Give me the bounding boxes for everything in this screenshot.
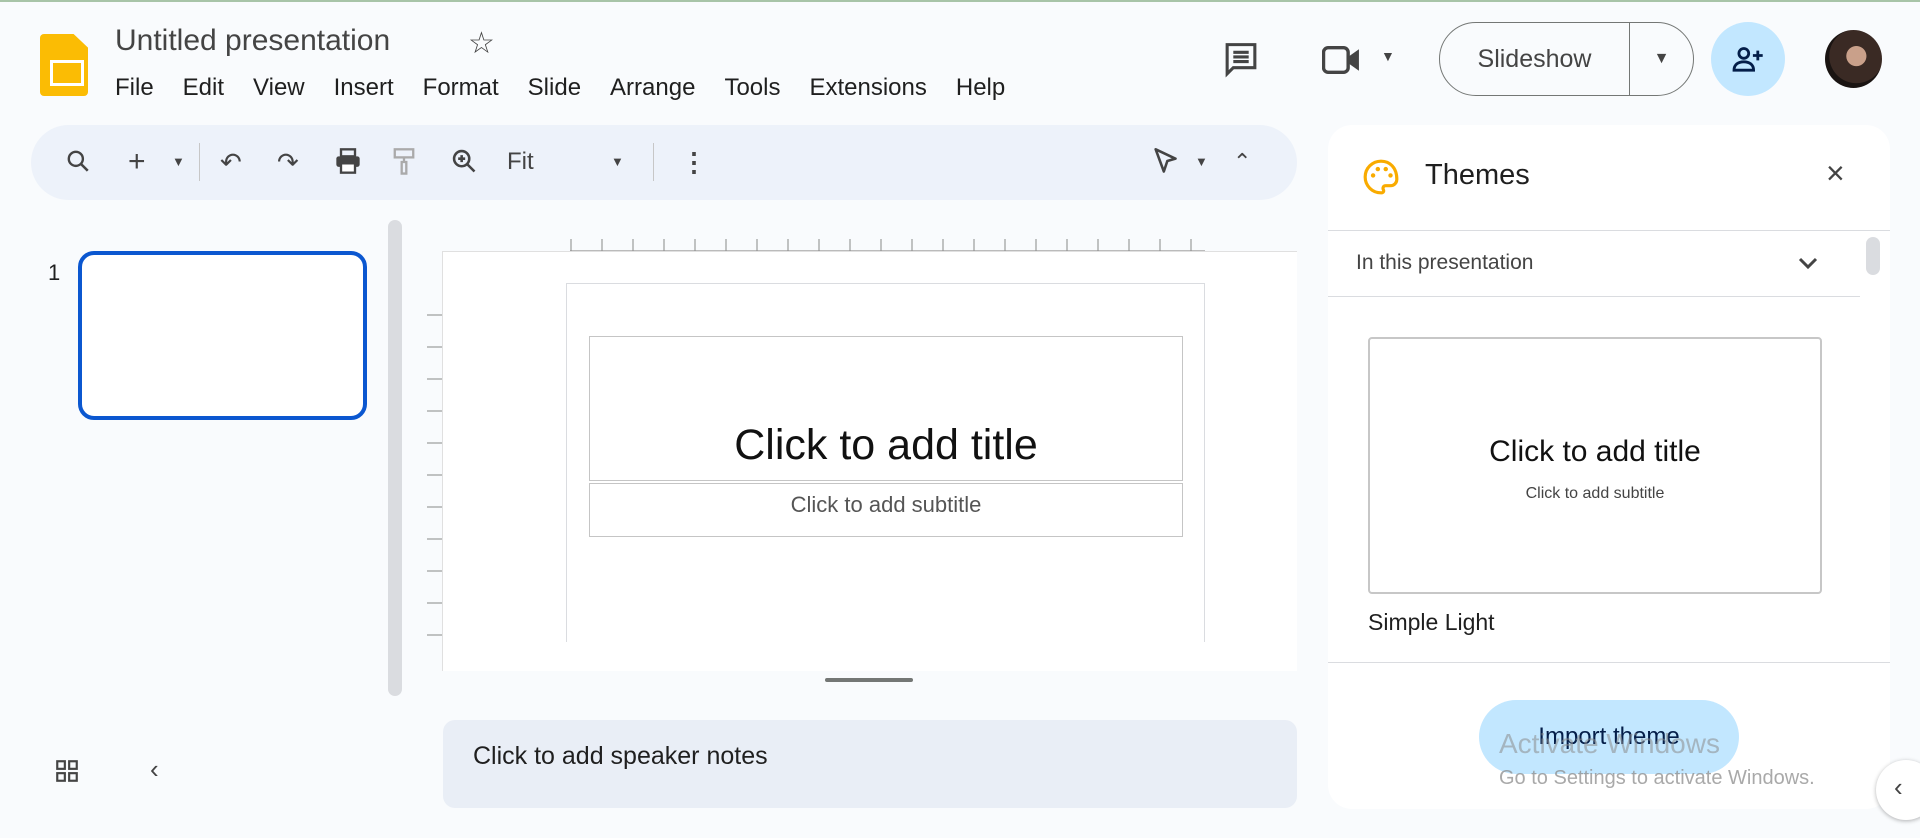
horizontal-ruler [570, 239, 1205, 251]
star-icon[interactable]: ☆ [468, 26, 495, 61]
subtitle-placeholder-text: Click to add subtitle [790, 492, 982, 517]
divider [1328, 296, 1860, 297]
paint-format-icon[interactable] [392, 147, 416, 183]
title-placeholder[interactable]: Click to add title [589, 336, 1183, 481]
menu-format[interactable]: Format [423, 74, 499, 102]
activate-windows-subtext: Go to Settings to activate Windows. [1499, 767, 1815, 789]
share-button[interactable] [1711, 22, 1785, 96]
comments-icon[interactable] [1222, 40, 1260, 85]
palette-icon [1362, 158, 1400, 201]
chevron-down-icon[interactable] [1796, 253, 1820, 278]
preview-subtitle: Click to add subtitle [1525, 485, 1665, 502]
slides-logo-icon[interactable] [40, 34, 88, 96]
filmstrip-scrollbar[interactable] [388, 220, 402, 696]
vertical-ruler [427, 314, 442, 636]
menu-slide[interactable]: Slide [528, 74, 581, 102]
zoom-select[interactable]: Fit [507, 147, 534, 177]
slide[interactable]: Click to add title Click to add subtitle [566, 283, 1205, 642]
menu-bar: File Edit View Insert Format Slide Arran… [115, 74, 1034, 102]
slideshow-dropdown-icon[interactable]: ▼ [1630, 50, 1693, 68]
more-options-icon[interactable]: ⋮ [681, 147, 707, 177]
close-icon[interactable]: × [1826, 155, 1845, 192]
menu-insert[interactable]: Insert [334, 74, 394, 102]
add-person-icon [1732, 47, 1763, 72]
themes-panel: Themes × In this presentation Click to a… [1328, 125, 1890, 809]
slideshow-button[interactable]: Slideshow ▼ [1439, 22, 1694, 96]
select-pointer-icon[interactable] [1152, 147, 1178, 181]
slide-thumbnail[interactable] [78, 251, 367, 420]
meet-video-icon[interactable] [1321, 44, 1362, 81]
speaker-notes[interactable]: Click to add speaker notes [443, 720, 1297, 808]
new-slide-icon[interactable]: + [128, 147, 146, 177]
menu-tools[interactable]: Tools [724, 74, 780, 102]
print-icon[interactable] [334, 147, 362, 181]
divider [1328, 662, 1890, 663]
menu-extensions[interactable]: Extensions [809, 74, 926, 102]
grid-view-icon[interactable] [54, 758, 80, 789]
menu-help[interactable]: Help [956, 74, 1005, 102]
menu-file[interactable]: File [115, 74, 154, 102]
menu-view[interactable]: View [253, 74, 305, 102]
redo-icon[interactable]: ↷ [277, 147, 299, 177]
zoom-dropdown-icon[interactable]: ▼ [611, 147, 624, 177]
zoom-icon[interactable] [450, 147, 478, 181]
subtitle-placeholder[interactable]: Click to add subtitle [589, 483, 1183, 537]
theme-name: Simple Light [1368, 609, 1495, 635]
account-avatar[interactable] [1825, 30, 1882, 88]
menu-edit[interactable]: Edit [183, 74, 224, 102]
preview-title: Click to add title [1489, 435, 1701, 468]
themes-scrollbar[interactable] [1866, 237, 1880, 275]
theme-preview-simple-light[interactable]: Click to add title Click to add subtitle [1368, 337, 1822, 594]
collapse-filmstrip-icon[interactable]: ‹ [150, 754, 159, 785]
activate-windows-watermark: Activate Windows [1499, 728, 1720, 759]
collapse-toolbar-icon[interactable]: ⌃ [1233, 147, 1251, 177]
theme-section-label: In this presentation [1356, 251, 1534, 274]
title-placeholder-text: Click to add title [734, 421, 1038, 469]
notes-resize-handle[interactable] [825, 678, 913, 682]
slideshow-label[interactable]: Slideshow [1440, 23, 1630, 95]
themes-title: Themes [1425, 159, 1530, 191]
undo-icon[interactable]: ↶ [220, 147, 242, 177]
search-menus-icon[interactable] [65, 147, 91, 181]
new-slide-dropdown-icon[interactable]: ▼ [172, 147, 185, 177]
menu-arrange[interactable]: Arrange [610, 74, 695, 102]
window-top-border [0, 0, 1920, 2]
toolbar-divider [199, 143, 200, 181]
meet-dropdown-icon[interactable]: ▼ [1381, 48, 1395, 64]
divider [1328, 230, 1890, 231]
toolbar: + ▼ ↶ ↷ Fit ▼ ⋮ ▼ ⌃ [31, 125, 1297, 200]
select-dropdown-icon[interactable]: ▼ [1195, 147, 1208, 177]
slide-number: 1 [48, 260, 61, 285]
toolbar-divider [653, 143, 654, 181]
document-title[interactable]: Untitled presentation [115, 24, 390, 58]
